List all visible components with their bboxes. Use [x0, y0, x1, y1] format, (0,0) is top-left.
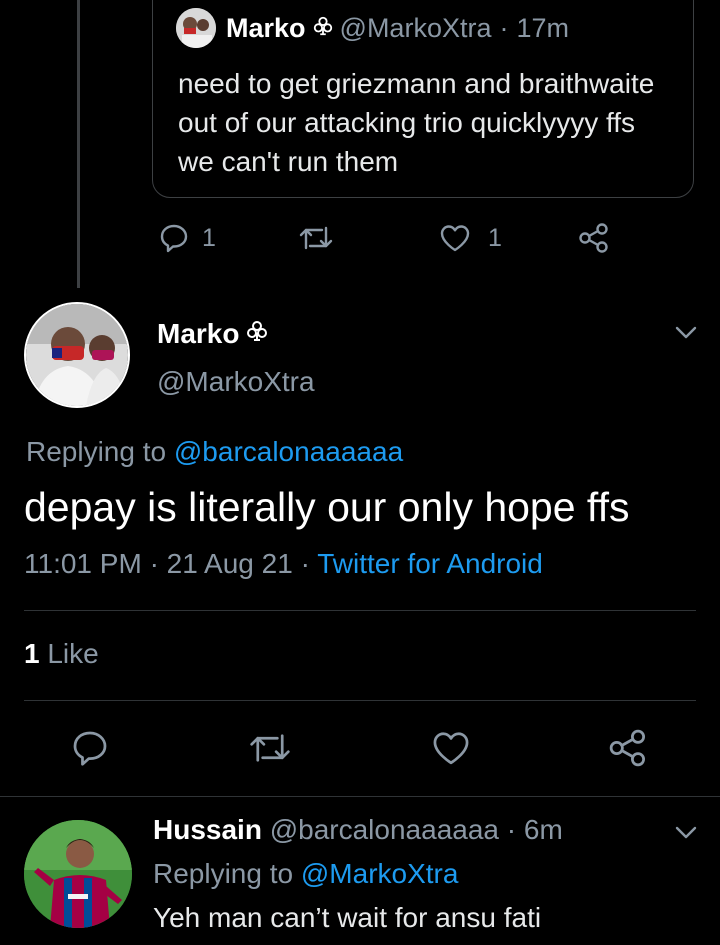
author-handle[interactable]: @MarkoXtra: [157, 366, 315, 398]
likes-count: 1: [24, 638, 40, 669]
reply-button[interactable]: 1: [158, 222, 216, 254]
avatar[interactable]: [176, 8, 216, 48]
replying-label: Replying to: [153, 858, 294, 889]
like-button[interactable]: [430, 728, 472, 768]
thread-line: [77, 0, 80, 288]
author-name[interactable]: Hussain: [153, 814, 262, 845]
like-button[interactable]: 1: [438, 222, 502, 254]
tweet-meta: 11:01 PM · 21 Aug 21 · Twitter for Andro…: [24, 548, 543, 580]
author-handle[interactable]: @MarkoXtra: [340, 13, 492, 44]
tweet-date: 21 Aug 21: [166, 548, 293, 579]
likes-label: Like: [47, 638, 99, 669]
author-name[interactable]: Marko: [226, 13, 306, 44]
reply-button[interactable]: [70, 728, 110, 768]
likes-summary[interactable]: 1 Like: [24, 638, 99, 670]
club-icon: [312, 13, 334, 44]
separator: ·: [149, 548, 159, 579]
tweet-source-link[interactable]: Twitter for Android: [317, 548, 543, 579]
replying-handle-link[interactable]: @barcalonaaaaaa: [174, 436, 403, 467]
retweet-button[interactable]: [298, 222, 334, 254]
divider: [24, 700, 696, 701]
heart-icon: [433, 732, 469, 765]
author-handle[interactable]: @barcalonaaaaaa: [270, 814, 499, 845]
retweet-icon: [250, 734, 290, 762]
share-button[interactable]: [608, 728, 648, 768]
replying-to: Replying to @MarkoXtra: [153, 858, 458, 890]
tweet-text: Yeh man can’t wait for ansu fati: [153, 902, 542, 933]
quoted-tweet-header: Marko @MarkoXtra · 17m: [176, 8, 569, 48]
tweet-time: 11:01 PM: [24, 548, 142, 579]
share-icon: [579, 223, 608, 253]
reply-count: 1: [202, 223, 216, 252]
comment-icon: [73, 731, 107, 766]
separator: ·: [499, 12, 509, 43]
divider: [24, 610, 696, 611]
replying-label: Replying to: [26, 436, 167, 467]
share-button[interactable]: [578, 222, 610, 254]
tweet-text: depay is literally our only hope ffs: [24, 484, 630, 530]
avatar[interactable]: [24, 820, 132, 928]
author-name[interactable]: Marko: [157, 318, 239, 350]
retweet-button[interactable]: [248, 728, 292, 768]
separator: ·: [300, 548, 310, 579]
quoted-tweet-text: need to get griezmann and braithwaite ou…: [178, 68, 655, 177]
separator: ·: [506, 814, 517, 845]
comment-icon: [160, 224, 188, 253]
heart-icon: [440, 225, 470, 252]
replying-handle-link[interactable]: @MarkoXtra: [301, 858, 459, 889]
reply-header: Hussain @barcalonaaaaaa · 6m: [153, 814, 563, 846]
share-icon: [609, 729, 645, 767]
timestamp[interactable]: 6m: [524, 814, 563, 845]
replying-to: Replying to @barcalonaaaaaa: [26, 436, 403, 468]
like-count: 1: [488, 223, 502, 252]
timestamp[interactable]: 17m: [516, 13, 569, 44]
chevron-down-icon[interactable]: [672, 818, 700, 851]
avatar[interactable]: [24, 302, 130, 408]
divider: [0, 796, 720, 797]
retweet-icon: [299, 226, 333, 250]
club-icon: [245, 318, 269, 350]
author-name-row: Marko: [157, 318, 275, 350]
chevron-down-icon[interactable]: [672, 318, 700, 351]
